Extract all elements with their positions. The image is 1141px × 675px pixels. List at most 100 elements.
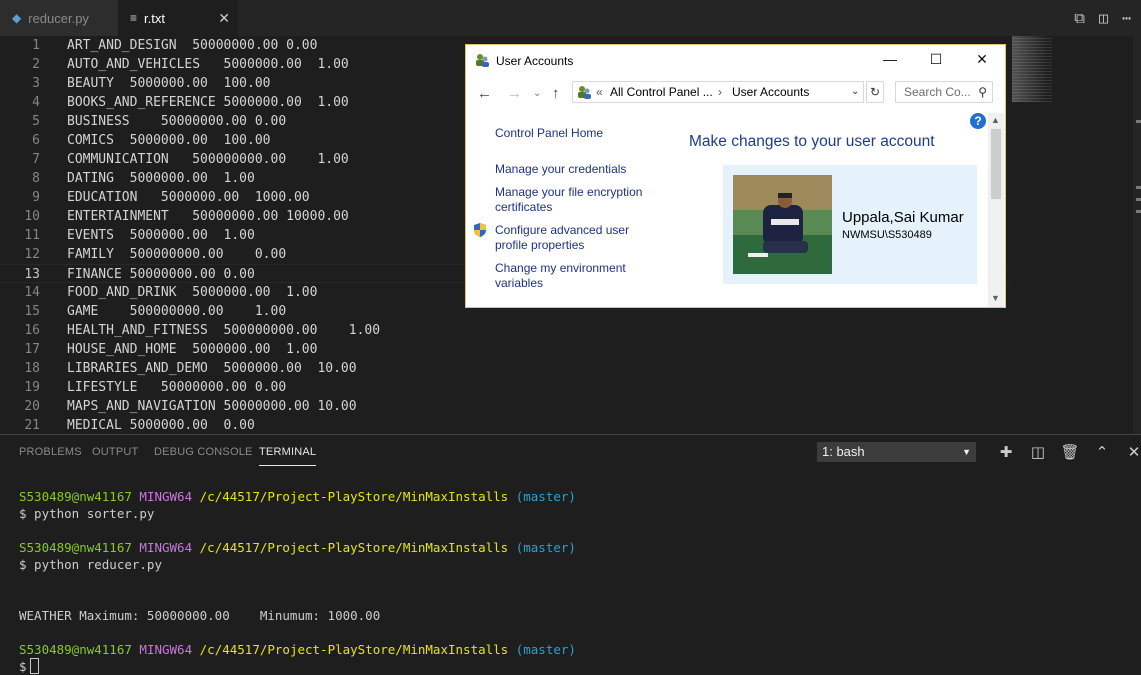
close-icon[interactable]: ✕ bbox=[218, 10, 230, 27]
tab-debug-console[interactable]: DEBUG CONSOLE bbox=[154, 446, 253, 458]
close-panel-icon[interactable]: ✕ bbox=[1118, 443, 1141, 461]
user-accounts-window: User Accounts — ☐ ✕ ← → ⌄ ↑ « All Contro… bbox=[465, 44, 1006, 308]
open-changes-icon[interactable]: ⧉ bbox=[1074, 9, 1085, 27]
forward-arrow-icon[interactable]: → bbox=[507, 85, 522, 102]
code-line: 20 MAPS_AND_NAVIGATION 50000000.00 10.00 bbox=[0, 397, 1010, 416]
line-text: MAPS_AND_NAVIGATION 50000000.00 10.00 bbox=[67, 399, 357, 414]
link-line: Change my environment bbox=[495, 261, 626, 275]
new-terminal-icon[interactable]: ✚ bbox=[990, 443, 1022, 461]
chevron-down-icon[interactable]: ⌄ bbox=[533, 88, 541, 99]
text-file-icon: ≡ bbox=[130, 11, 138, 25]
line-number: 15 bbox=[24, 304, 40, 319]
line-number: 8 bbox=[32, 171, 40, 186]
link-line: Manage your file encryption bbox=[495, 185, 643, 199]
up-arrow-icon[interactable]: ↑ bbox=[552, 85, 560, 102]
code-line: 19 LIFESTYLE 50000000.00 0.00 bbox=[0, 378, 1010, 397]
line-number: 11 bbox=[24, 228, 40, 243]
help-icon[interactable]: ? bbox=[970, 113, 986, 129]
line-text: DATING 5000000.00 1.00 bbox=[67, 171, 255, 186]
window-title-bar[interactable]: User Accounts — ☐ ✕ bbox=[466, 45, 1005, 76]
terminal-actions: ✚ ◫ 🗑 ⌃ ✕ bbox=[990, 443, 1141, 461]
prompt-user: S530489@nw41167 bbox=[19, 540, 132, 555]
split-terminal-icon[interactable]: ◫ bbox=[1022, 443, 1054, 461]
line-text: FAMILY 500000000.00 0.00 bbox=[67, 247, 287, 262]
refresh-icon: ↻ bbox=[869, 85, 881, 99]
line-number: 20 bbox=[24, 399, 40, 414]
terminal[interactable]: S530489@nw41167 MINGW64 /c/44517/Project… bbox=[0, 470, 1141, 674]
more-actions-icon[interactable]: ⋯ bbox=[1122, 9, 1131, 27]
overview-ruler[interactable] bbox=[1133, 36, 1141, 434]
avatar[interactable] bbox=[733, 175, 832, 274]
terminal-command: $ python reducer.py bbox=[19, 557, 162, 572]
terminal-input-line: $ bbox=[19, 658, 39, 675]
line-text: LIBRARIES_AND_DEMO 5000000.00 10.00 bbox=[67, 361, 357, 376]
line-text: EVENTS 5000000.00 1.00 bbox=[67, 228, 255, 243]
minimize-icon[interactable]: — bbox=[878, 51, 902, 67]
line-number: 5 bbox=[32, 114, 40, 129]
terminal-select[interactable]: 1: bash ▼ bbox=[817, 442, 976, 462]
prompt-path: /c/44517/Project-PlayStore/MinMaxInstall… bbox=[199, 489, 509, 504]
breadcrumb-overflow[interactable]: « bbox=[596, 82, 603, 102]
back-arrow-icon[interactable]: ← bbox=[477, 85, 492, 102]
refresh-button[interactable]: ↻ bbox=[866, 81, 884, 103]
line-text: EDUCATION 5000000.00 1000.00 bbox=[67, 190, 310, 205]
chevron-down-icon[interactable]: ⌄ bbox=[851, 82, 859, 102]
line-number: 7 bbox=[32, 152, 40, 167]
line-text: GAME 500000000.00 1.00 bbox=[67, 304, 287, 319]
file-encryption-link[interactable]: Manage your file encryption certificates bbox=[495, 185, 642, 215]
line-text: HOUSE_AND_HOME 5000000.00 1.00 bbox=[67, 342, 318, 357]
line-number: 17 bbox=[24, 342, 40, 357]
search-input[interactable]: Search Co... ⚲ bbox=[895, 81, 993, 103]
scroll-up-icon[interactable]: ▲ bbox=[991, 115, 1000, 125]
manage-credentials-link[interactable]: Manage your credentials bbox=[495, 162, 626, 177]
link-line: variables bbox=[495, 276, 544, 290]
prompt-user: S530489@nw41167 bbox=[19, 642, 132, 657]
terminal-prompt: S530489@nw41167 MINGW64 /c/44517/Project… bbox=[19, 539, 576, 556]
line-text: HEALTH_AND_FITNESS 500000000.00 1.00 bbox=[67, 323, 381, 338]
line-number: 13 bbox=[24, 267, 40, 282]
trash-icon[interactable]: 🗑 bbox=[1054, 443, 1086, 461]
line-text: FOOD_AND_DRINK 5000000.00 1.00 bbox=[67, 285, 318, 300]
line-number: 12 bbox=[24, 247, 40, 262]
prompt-branch: (master) bbox=[515, 489, 576, 504]
line-number: 4 bbox=[32, 95, 40, 110]
breadcrumb-separator: › bbox=[718, 85, 722, 99]
environment-variables-link[interactable]: Change my environment variables bbox=[495, 261, 626, 291]
line-number: 6 bbox=[32, 133, 40, 148]
line-number: 14 bbox=[24, 285, 40, 300]
link-line: certificates bbox=[495, 200, 553, 214]
control-panel-home-link[interactable]: Control Panel Home bbox=[495, 126, 603, 141]
advanced-profile-link[interactable]: Configure advanced user profile properti… bbox=[495, 223, 629, 253]
line-text: BEAUTY 5000000.00 100.00 bbox=[67, 76, 271, 91]
scrollbar-thumb[interactable] bbox=[991, 129, 1001, 199]
python-file-icon: ◆ bbox=[12, 11, 22, 25]
line-text: ENTERTAINMENT 50000000.00 10000.00 bbox=[67, 209, 349, 224]
line-text: AUTO_AND_VEHICLES 5000000.00 1.00 bbox=[67, 57, 349, 72]
line-number: 3 bbox=[32, 76, 40, 91]
dialog-scrollbar[interactable]: ▲ ▼ bbox=[988, 113, 1004, 307]
user-account-card: Uppala,Sai Kumar NWMSU\S530489 bbox=[723, 165, 977, 284]
tab-r-txt[interactable]: ≡ r.txt ✕ bbox=[118, 0, 238, 36]
maximize-icon[interactable]: ☐ bbox=[924, 51, 948, 68]
minimap[interactable] bbox=[1012, 36, 1052, 102]
tab-terminal[interactable]: TERMINAL bbox=[259, 446, 317, 466]
terminal-cursor bbox=[29, 658, 39, 674]
line-number: 16 bbox=[24, 323, 40, 338]
line-number: 2 bbox=[32, 57, 40, 72]
terminal-command: $ bbox=[19, 659, 27, 674]
breadcrumb-user-accounts[interactable]: User Accounts bbox=[732, 82, 809, 102]
prompt-shell: MINGW64 bbox=[139, 489, 193, 504]
address-bar[interactable]: « All Control Panel ... › User Accounts … bbox=[572, 81, 864, 103]
user-accounts-icon bbox=[476, 54, 489, 67]
tab-problems[interactable]: PROBLEMS bbox=[19, 446, 82, 458]
prompt-branch: (master) bbox=[515, 540, 576, 555]
line-number: 21 bbox=[24, 418, 40, 433]
close-icon[interactable]: ✕ bbox=[970, 51, 994, 68]
scroll-down-icon[interactable]: ▼ bbox=[991, 293, 1000, 303]
tab-reducer-py[interactable]: ◆ reducer.py bbox=[0, 0, 118, 36]
breadcrumb-all-control-panel[interactable]: All Control Panel ... bbox=[610, 82, 713, 102]
tab-output[interactable]: OUTPUT bbox=[92, 446, 138, 458]
split-editor-icon[interactable]: ◫ bbox=[1099, 9, 1108, 27]
line-number: 9 bbox=[32, 190, 40, 205]
maximize-panel-icon[interactable]: ⌃ bbox=[1086, 443, 1118, 461]
